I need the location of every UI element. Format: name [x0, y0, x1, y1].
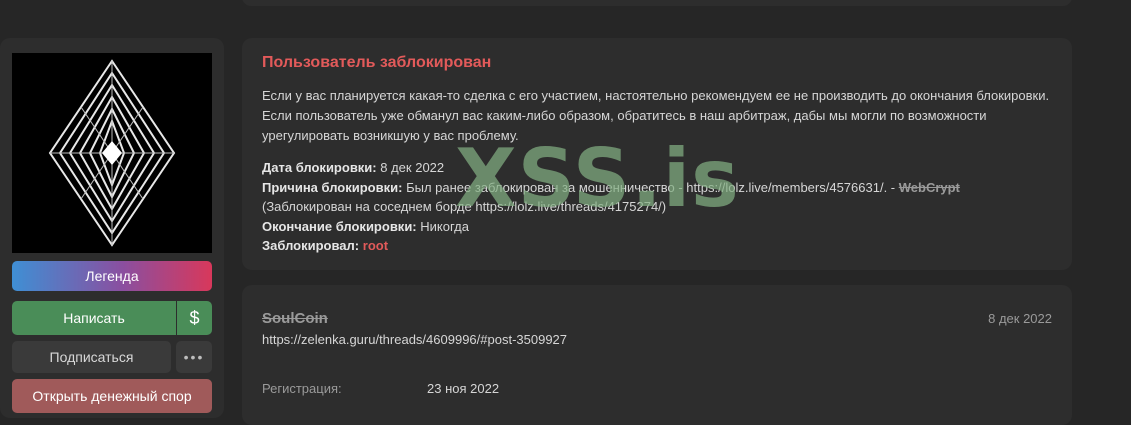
registration-value: 23 ноя 2022	[427, 381, 500, 396]
ban-by-label: Заблокировал:	[262, 238, 360, 253]
ban-by-row: Заблокировал: root	[262, 236, 1052, 256]
open-dispute-button[interactable]: Открыть денежный спор	[12, 379, 212, 413]
ban-title: Пользователь заблокирован	[262, 54, 492, 71]
avatar[interactable]	[12, 53, 212, 253]
ban-end-label: Окончание блокировки:	[262, 218, 417, 234]
ban-details: Дата блокировки: 8 дек 2022 Причина блок…	[262, 158, 1052, 256]
ban-notice-card: Пользователь заблокирован Если у вас пла…	[242, 38, 1072, 270]
ban-description: Если у вас планируется какая-то сделка с…	[262, 88, 1050, 143]
ban-date-value: 8 дек 2022	[376, 160, 445, 175]
ban-end-row: Окончание блокировки: Никогда	[262, 217, 1052, 237]
profile-post-card: SoulCoin 8 дек 2022 https://zelenka.guru…	[242, 285, 1072, 425]
ban-date-row: Дата блокировки: 8 дек 2022	[262, 158, 1052, 178]
post-link[interactable]: https://zelenka.guru/threads/4609996/#po…	[262, 332, 567, 347]
previous-card-edge	[242, 0, 1072, 6]
subscribe-button[interactable]: Подписаться	[12, 341, 171, 373]
avatar-diamond-icon	[12, 53, 212, 253]
ban-reason-user[interactable]: WebCrypt	[899, 180, 960, 195]
ban-date-label: Дата блокировки:	[262, 160, 377, 175]
ban-reason-row: Причина блокировки: Был ранее заблокиров…	[262, 178, 1052, 198]
ban-reason-value: Был ранее заблокирован за мошенничество …	[402, 179, 899, 195]
legend-badge: Легенда	[12, 261, 212, 291]
send-money-button[interactable]: $	[177, 301, 212, 335]
ban-reason-line2: (Заблокирован на соседнем борде https://…	[262, 199, 667, 214]
post-username[interactable]: SoulCoin	[262, 310, 328, 327]
ban-end-value: Никогда	[416, 218, 469, 234]
more-options-button[interactable]: •••	[176, 341, 212, 373]
post-date: 8 дек 2022	[988, 311, 1052, 326]
ban-reason-label: Причина блокировки:	[262, 179, 403, 195]
registration-label: Регистрация:	[262, 381, 342, 396]
write-message-button[interactable]: Написать	[12, 301, 176, 335]
ban-by-user-link[interactable]: root	[363, 238, 388, 253]
